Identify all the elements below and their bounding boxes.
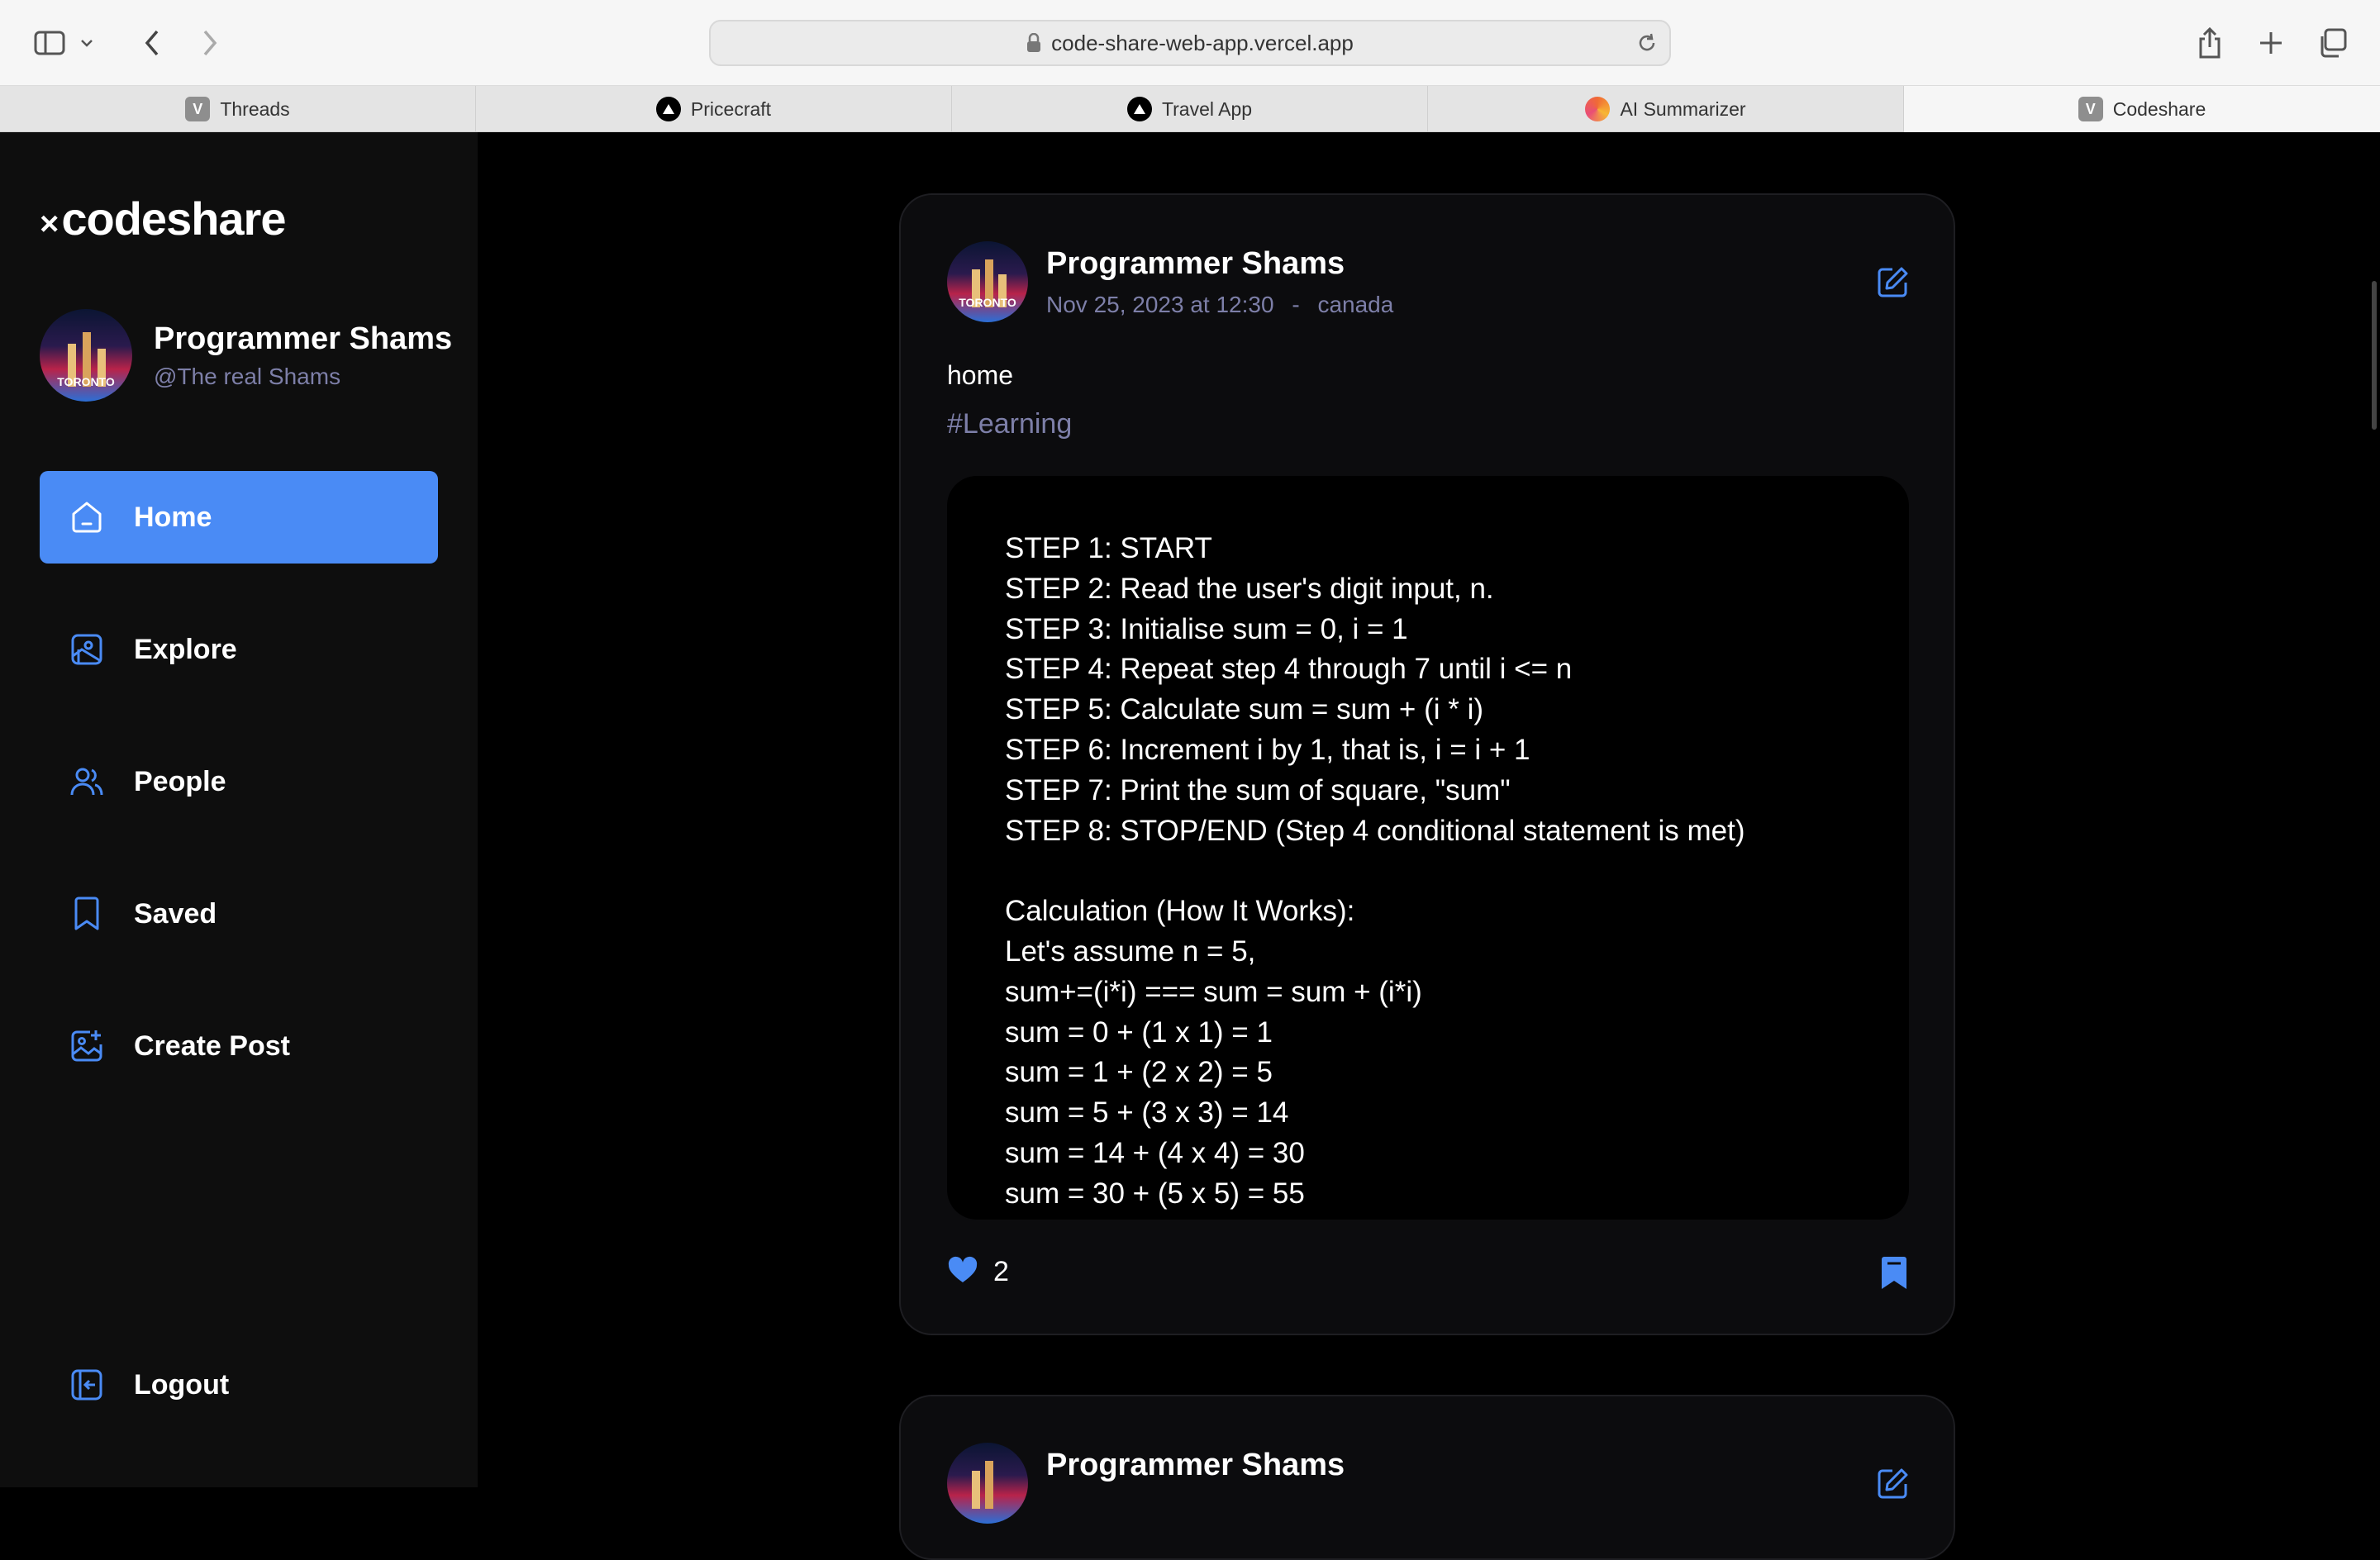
- logo-mark: ×: [40, 206, 59, 242]
- tab-bar: V Threads Pricecraft Travel App AI Summa…: [0, 86, 2380, 132]
- tab-ai-summarizer[interactable]: AI Summarizer: [1428, 86, 1904, 132]
- lock-icon: [1027, 33, 1041, 52]
- code-block[interactable]: STEP 1: START STEP 2: Read the user's di…: [947, 476, 1909, 1220]
- tab-pricecraft[interactable]: Pricecraft: [476, 86, 952, 132]
- sidebar-item-explore[interactable]: Explore: [40, 603, 438, 696]
- ai-icon: [1585, 97, 1611, 121]
- address-bar[interactable]: code-share-web-app.vercel.app: [709, 20, 1671, 66]
- avatar: TORONTO: [40, 309, 132, 402]
- post-caption: home: [947, 360, 1014, 390]
- post-card: Programmer Shams: [899, 1395, 1955, 1560]
- image-plus-icon: [68, 1027, 106, 1065]
- triangle-icon: [1126, 97, 1152, 121]
- edit-post-icon[interactable]: [1874, 264, 1912, 302]
- home-icon: [68, 498, 106, 536]
- tab-label: Travel App: [1161, 98, 1253, 120]
- code-line: STEP 2: Read the user's digit input, n.: [1005, 572, 1494, 605]
- avatar[interactable]: TORONTO: [947, 241, 1028, 322]
- edit-post-icon[interactable]: [1874, 1466, 1912, 1504]
- code-line: STEP 8: STOP/END (Step 4 conditional sta…: [1005, 814, 1745, 847]
- avatar[interactable]: [947, 1443, 1028, 1524]
- sidebar-item-home[interactable]: Home: [40, 471, 438, 564]
- post-tag[interactable]: #Learning: [947, 408, 1072, 440]
- save-post-icon[interactable]: [1879, 1256, 1912, 1292]
- like-count: 2: [993, 1256, 1009, 1287]
- logout-button[interactable]: Logout: [40, 1339, 438, 1431]
- sidebar-toggle-icon[interactable]: [26, 20, 73, 66]
- post-meta: Nov 25, 2023 at 12:30 - canada: [1046, 292, 1393, 318]
- tab-codeshare[interactable]: V Codeshare: [1904, 86, 2380, 132]
- bookmark-icon: [68, 895, 106, 933]
- post-header: Programmer Shams: [947, 1443, 1345, 1524]
- code-line: STEP 4: Repeat step 4 through 7 until i …: [1005, 653, 1573, 686]
- tab-label: Pricecraft: [690, 98, 772, 120]
- code-line: sum = 5 + (3 x 3) = 14: [1005, 1096, 1289, 1130]
- sidebar-item-saved[interactable]: Saved: [40, 868, 438, 960]
- post-author[interactable]: Programmer Shams: [1046, 246, 1393, 282]
- avatar-label: TORONTO: [57, 375, 115, 388]
- sidebar-item-label: Explore: [134, 633, 237, 665]
- chevron-down-icon[interactable]: [74, 20, 99, 66]
- triangle-icon: [655, 97, 681, 121]
- app-logo[interactable]: ×codeshare: [40, 192, 287, 245]
- tab-overview-icon[interactable]: [2309, 20, 2355, 66]
- avatar-label: TORONTO: [959, 296, 1016, 309]
- logout-label: Logout: [134, 1368, 230, 1401]
- gallery-icon: [68, 630, 106, 668]
- code-line: STEP 7: Print the sum of square, "sum": [1005, 773, 1511, 806]
- tab-label: Threads: [220, 98, 290, 120]
- new-tab-icon[interactable]: [2248, 20, 2294, 66]
- tab-travel-app[interactable]: Travel App: [952, 86, 1428, 132]
- code-line: sum = 30 + (5 x 5) = 55: [1005, 1177, 1305, 1210]
- code-line: STEP 6: Increment i by 1, that is, i = i…: [1005, 733, 1530, 766]
- forward-icon[interactable]: [187, 20, 233, 66]
- sidebar-item-label: Saved: [134, 897, 217, 930]
- post-card: TORONTO Programmer Shams Nov 25, 2023 at…: [899, 193, 1955, 1335]
- share-icon[interactable]: [2187, 20, 2233, 66]
- tab-label: AI Summarizer: [1620, 98, 1746, 120]
- code-line: sum = 0 + (1 x 1) = 1: [1005, 1015, 1273, 1049]
- logo-text: codeshare: [61, 193, 286, 245]
- logout-icon: [68, 1366, 106, 1404]
- sidebar: ×codeshare TORONTO Programmer Shams @The…: [0, 132, 478, 1487]
- post-header: TORONTO Programmer Shams Nov 25, 2023 at…: [947, 241, 1393, 322]
- people-icon: [68, 763, 106, 801]
- v-icon: V: [185, 97, 211, 121]
- tab-label: Codeshare: [2112, 98, 2206, 120]
- code-line: Calculation (How It Works):: [1005, 895, 1355, 928]
- scrollbar[interactable]: [2372, 281, 2377, 430]
- sidebar-item-people[interactable]: People: [40, 735, 438, 828]
- meta-separator: -: [1292, 291, 1300, 317]
- post-location: canada: [1317, 291, 1394, 317]
- profile-handle: @The real Shams: [154, 363, 341, 389]
- sidebar-item-label: Home: [134, 501, 212, 533]
- code-line: STEP 5: Calculate sum = sum + (i * i): [1005, 693, 1484, 726]
- code-line: Let's assume n = 5,: [1005, 935, 1256, 968]
- sidebar-item-label: Create Post: [134, 1030, 290, 1062]
- sidebar-item-label: People: [134, 765, 226, 797]
- tab-threads[interactable]: V Threads: [0, 86, 476, 132]
- post-author[interactable]: Programmer Shams: [1046, 1448, 1345, 1483]
- heart-icon[interactable]: [947, 1256, 978, 1288]
- v-icon: V: [2078, 97, 2103, 121]
- sidebar-nav: Home Explore People Saved Create Post: [40, 471, 438, 1132]
- reload-icon[interactable]: [1636, 32, 1658, 54]
- profile-summary[interactable]: TORONTO Programmer Shams @The real Shams: [40, 309, 452, 402]
- profile-name: Programmer Shams: [154, 321, 453, 356]
- post-date: Nov 25, 2023 at 12:30: [1046, 291, 1274, 317]
- post-footer: 2: [947, 1256, 1009, 1288]
- sidebar-item-create-post[interactable]: Create Post: [40, 1000, 438, 1092]
- code-line: STEP 1: START: [1005, 532, 1212, 564]
- back-icon[interactable]: [129, 20, 175, 66]
- code-line: sum = 1 + (2 x 2) = 5: [1005, 1056, 1273, 1089]
- browser-toolbar: code-share-web-app.vercel.app: [0, 0, 2380, 86]
- url-text: code-share-web-app.vercel.app: [1051, 30, 1354, 55]
- code-line: STEP 3: Initialise sum = 0, i = 1: [1005, 612, 1408, 645]
- code-line: sum = 14 + (4 x 4) = 30: [1005, 1136, 1305, 1169]
- code-line: sum+=(i*i) === sum = sum + (i*i): [1005, 975, 1422, 1008]
